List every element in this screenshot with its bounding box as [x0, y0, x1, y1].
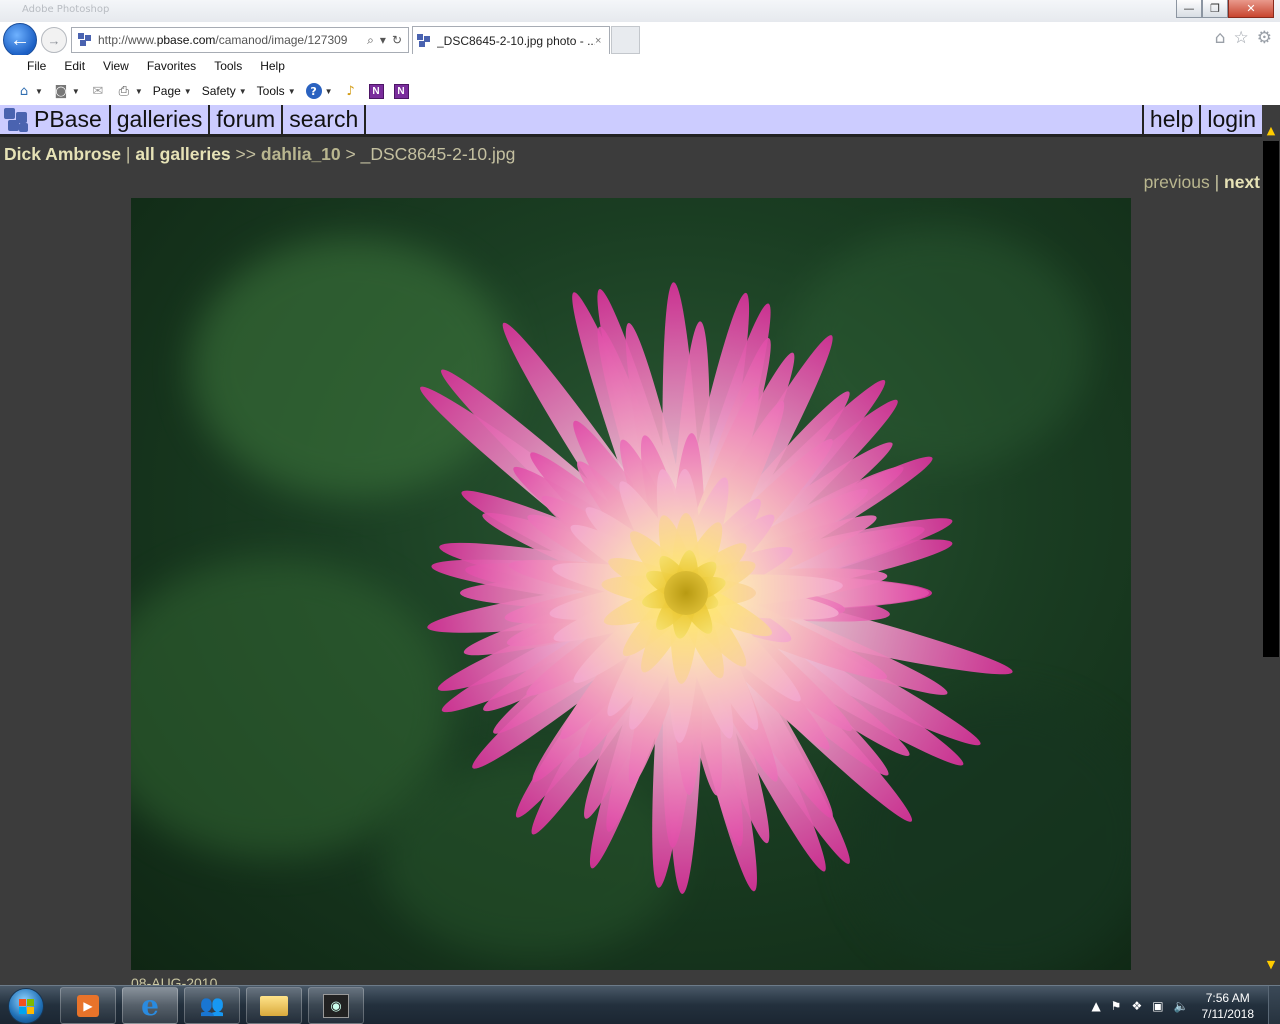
- breadcrumb: Dick Ambrose | all galleries >> dahlia_1…: [4, 144, 516, 164]
- scroll-down-arrow-icon[interactable]: ▼: [1262, 955, 1280, 973]
- breadcrumb-gallery[interactable]: dahlia_10: [261, 144, 341, 164]
- start-button[interactable]: [4, 986, 48, 1024]
- forward-button[interactable]: →: [41, 27, 67, 53]
- show-desktop-button[interactable]: [1268, 986, 1280, 1024]
- next-link[interactable]: next: [1224, 172, 1260, 192]
- pbase-logo[interactable]: PBase: [0, 105, 111, 134]
- scroll-up-arrow-icon[interactable]: ▲: [1262, 121, 1280, 139]
- menu-help[interactable]: Help: [251, 59, 294, 73]
- browser-navbar: ← → http://www.pbase.com/camanod/image/1…: [0, 22, 1280, 57]
- tab-close-icon[interactable]: ×: [595, 35, 609, 47]
- pbase-logo-icon: [4, 107, 30, 133]
- clock-time: 7:56 AM: [1205, 990, 1250, 1005]
- eye-app-icon: ◉: [323, 993, 349, 1018]
- breadcrumb-image: _DSC8645-2-10.jpg: [360, 144, 516, 164]
- close-window-button[interactable]: ✕: [1228, 0, 1274, 18]
- taskbar-media-player[interactable]: ▶: [60, 987, 116, 1024]
- page-menu[interactable]: Page ▼: [153, 84, 192, 98]
- menu-view[interactable]: View: [94, 59, 138, 73]
- network-icon[interactable]: ▣: [1152, 999, 1163, 1013]
- taskbar-people[interactable]: 👥: [184, 987, 240, 1024]
- settings-gear-icon[interactable]: ⚙: [1257, 28, 1272, 48]
- tab-title: _DSC8645-2-10.jpg photo - ...: [437, 33, 595, 48]
- tab-current[interactable]: _DSC8645-2-10.jpg photo - ... ×: [412, 26, 610, 54]
- safety-menu[interactable]: Safety ▼: [202, 84, 247, 98]
- taskbar-clock[interactable]: 7:56 AM 7/11/2018: [1202, 990, 1255, 1022]
- people-icon: 👥: [199, 995, 225, 1017]
- onenote-command[interactable]: N: [368, 83, 384, 99]
- mail-icon: ✉: [92, 83, 104, 99]
- onenote-linked-command[interactable]: N: [393, 83, 409, 99]
- print-command[interactable]: ⎙ ▼: [116, 83, 143, 99]
- address-bar[interactable]: http://www.pbase.com/camanod/image/12730…: [71, 27, 409, 53]
- photo-date-caption: 08-AUG-2010: [131, 975, 218, 985]
- address-url[interactable]: http://www.pbase.com/camanod/image/12730…: [98, 33, 361, 47]
- search-icon[interactable]: ⌕: [367, 33, 374, 48]
- volume-muted-icon[interactable]: 🔈: [1174, 999, 1189, 1013]
- nav-help[interactable]: help: [1141, 105, 1199, 134]
- scroll-thumb[interactable]: [1263, 141, 1279, 657]
- dropdown-icon[interactable]: ▾: [380, 33, 386, 48]
- page-viewport: PBase galleries forum search help login …: [0, 105, 1262, 985]
- nav-login[interactable]: login: [1199, 105, 1262, 134]
- ghost-title: Adobe Photoshop: [22, 4, 110, 15]
- media-player-icon: ▶: [77, 994, 99, 1017]
- read-mail-command[interactable]: ✉: [90, 83, 106, 99]
- nav-forum[interactable]: forum: [210, 105, 284, 134]
- pbase-navbar: PBase galleries forum search help login: [0, 105, 1262, 137]
- arrow-left-icon: ←: [10, 28, 30, 51]
- home-icon: ⌂: [19, 83, 29, 99]
- previous-link[interactable]: previous: [1144, 172, 1210, 192]
- nav-galleries[interactable]: galleries: [111, 105, 211, 134]
- rss-feed-icon: ◙: [54, 83, 68, 99]
- tools-menu[interactable]: Tools ▼: [257, 84, 296, 98]
- folder-icon: [260, 995, 288, 1016]
- command-bar: ⌂ ▼ ◙ ▼ ✉ ⎙ ▼ Page ▼ Safety ▼ Tools ▼ ? ▼ ♪ N N: [0, 77, 1280, 105]
- dahlia-center: [664, 571, 708, 615]
- windows-taskbar: ▶ e 👥 ◉ ▲ ⚑ ❖ ▣ 🔈 7:56 AM 7/11/2018: [0, 985, 1280, 1024]
- research-icon: ♪: [346, 83, 355, 99]
- research-command[interactable]: ♪: [343, 83, 359, 99]
- clock-date: 7/11/2018: [1201, 1006, 1255, 1021]
- system-tray: ▲ ⚑ ❖ ▣ 🔈 7:56 AM 7/11/2018: [1086, 986, 1280, 1024]
- menu-edit[interactable]: Edit: [55, 59, 94, 73]
- pbase-favicon-icon: [78, 33, 92, 47]
- menu-tools[interactable]: Tools: [205, 59, 251, 73]
- back-button[interactable]: ←: [3, 23, 37, 57]
- refresh-icon[interactable]: ↻: [392, 33, 402, 48]
- pbase-favicon-icon: [417, 33, 431, 48]
- taskbar-photoshop[interactable]: ◉: [308, 987, 364, 1024]
- feeds-command[interactable]: ◙ ▼: [53, 83, 80, 99]
- breadcrumb-owner[interactable]: Dick Ambrose: [4, 144, 121, 164]
- dropbox-icon[interactable]: ❖: [1131, 999, 1142, 1013]
- onenote-icon: N: [368, 83, 384, 99]
- menu-bar: File Edit View Favorites Tools Help: [0, 55, 1280, 77]
- breadcrumb-all-galleries[interactable]: all galleries: [135, 144, 230, 164]
- internet-explorer-icon: e: [141, 989, 159, 1022]
- favorites-star-icon[interactable]: ☆: [1234, 28, 1249, 48]
- new-tab-button[interactable]: [611, 26, 640, 54]
- action-center-flag-icon[interactable]: ⚑: [1111, 999, 1122, 1013]
- pager: previous | next: [1143, 172, 1260, 192]
- show-hidden-icons-icon[interactable]: ▲: [1091, 999, 1100, 1013]
- help-command[interactable]: ? ▼: [305, 83, 333, 99]
- window-titlebar: Adobe Photoshop — ❐ ✕: [0, 0, 1280, 22]
- printer-icon: ⎙: [118, 83, 130, 99]
- home-icon[interactable]: ⌂: [1215, 28, 1226, 48]
- arrow-right-icon: →: [47, 32, 61, 48]
- onenote-linked-icon: N: [393, 83, 409, 99]
- menu-favorites[interactable]: Favorites: [138, 59, 205, 73]
- windows-logo-icon: [8, 987, 44, 1024]
- help-question-icon: ?: [305, 83, 322, 99]
- home-command[interactable]: ⌂ ▼: [16, 83, 43, 99]
- dahlia-photo[interactable]: [131, 198, 1131, 970]
- taskbar-internet-explorer[interactable]: e: [122, 987, 178, 1024]
- taskbar-explorer[interactable]: [246, 987, 302, 1024]
- vertical-scrollbar[interactable]: ▲ ▼: [1262, 105, 1280, 985]
- menu-file[interactable]: File: [18, 59, 55, 73]
- nav-search[interactable]: search: [283, 105, 367, 134]
- restore-button[interactable]: ❐: [1202, 0, 1228, 18]
- minimize-button[interactable]: —: [1176, 0, 1202, 18]
